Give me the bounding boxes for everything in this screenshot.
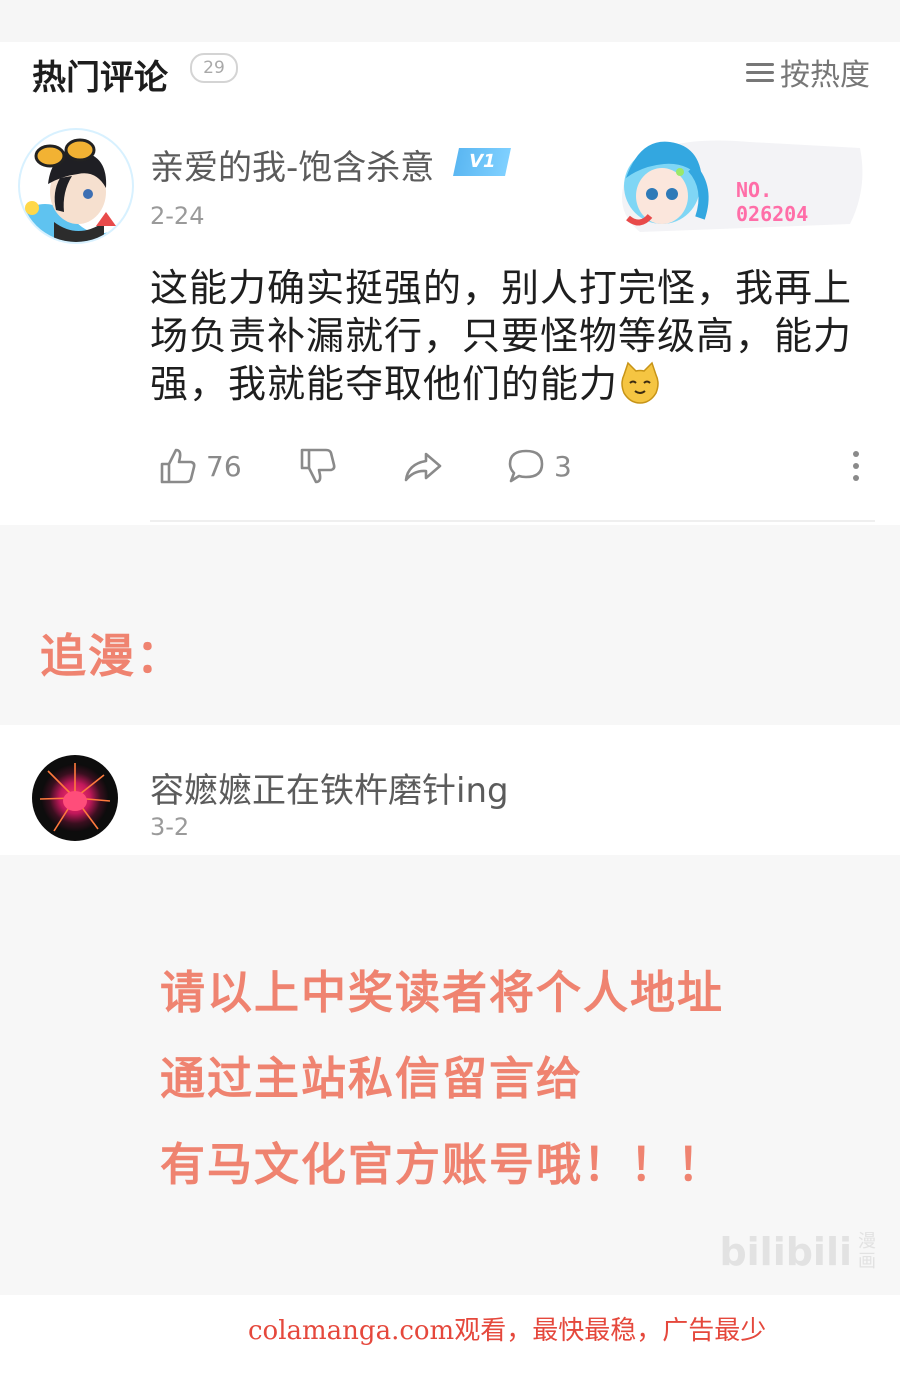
follow-section: 追漫：	[0, 525, 900, 725]
comment-date: 3-2	[150, 813, 190, 841]
fan-badge-number-value: 026204	[736, 202, 809, 226]
bilibili-manhua-watermark: bilibili 漫画	[719, 1230, 878, 1274]
thumbs-down-icon	[300, 448, 336, 484]
fan-badge: NO. 026204	[600, 128, 870, 236]
follow-label: 追漫：	[40, 629, 184, 683]
reply-button[interactable]: 3	[506, 446, 572, 486]
menu-lines-icon	[746, 61, 774, 83]
more-options-button[interactable]	[850, 446, 862, 486]
footer: colamanga.com观看，最快最稳，广告最少	[0, 1295, 900, 1395]
share-button[interactable]	[402, 446, 444, 486]
notice-line: 通过主站私信留言给	[160, 1052, 584, 1105]
comment-bubble-icon	[508, 449, 544, 483]
share-arrow-icon	[404, 452, 442, 482]
comment-text: 这能力确实挺强的，别人打完怪，我再上场负责补漏就行，只要怪物等级高，能力强，我就…	[150, 264, 875, 408]
comment-count-badge: 29	[190, 53, 238, 83]
comment-date: 2-24	[150, 202, 205, 230]
user-avatar[interactable]	[12, 122, 140, 250]
winner-notice: 请以上中奖读者将个人地址 通过主站私信留言给 有马文化官方账号哦！！！	[160, 950, 724, 1208]
comment-body: 这能力确实挺强的，别人打完怪，我再上场负责补漏就行，只要怪物等级高，能力强，我就…	[150, 266, 853, 406]
thumbs-up-icon	[160, 448, 196, 484]
reply-count: 3	[554, 449, 572, 483]
fan-badge-no-label: NO.	[736, 178, 773, 202]
watermark-brand: bilibili	[719, 1230, 852, 1274]
notice-line: 有马文化官方账号哦！！！	[160, 1138, 725, 1191]
notice-line: 请以上中奖读者将个人地址	[160, 966, 725, 1019]
fan-badge-number: NO. 026204	[736, 178, 808, 226]
username[interactable]: 容嬷嬷正在铁杵磨针ing	[150, 763, 509, 812]
fan-badge-art	[622, 140, 863, 232]
divider	[150, 520, 875, 522]
notice-section: 请以上中奖读者将个人地址 通过主站私信留言给 有马文化官方账号哦！！！ bili…	[0, 855, 900, 1295]
user-avatar[interactable]	[32, 755, 118, 841]
top-band	[0, 0, 900, 42]
level-badge: V1	[453, 148, 511, 176]
section-title: 热门评论	[32, 58, 168, 98]
like-count: 76	[206, 449, 242, 483]
username[interactable]: 亲爱的我-饱含杀意	[150, 140, 434, 189]
sort-button[interactable]: 按热度	[746, 50, 870, 94]
sort-label: 按热度	[780, 58, 870, 93]
cat-emoji-icon	[621, 361, 659, 404]
more-vertical-icon	[853, 451, 859, 481]
watermark-sub: 漫画	[858, 1231, 876, 1272]
dislike-button[interactable]	[298, 446, 338, 486]
like-button[interactable]: 76	[158, 446, 242, 486]
comment-actions: 76 3	[150, 446, 875, 494]
footer-text: colamanga.com观看，最快最稳，广告最少	[248, 1316, 767, 1346]
comments-header: 热门评论 29 按热度	[0, 42, 900, 102]
comment-item: 亲爱的我-饱含杀意 V1 2-24 NO. 026204 这能力确实挺强的，别人…	[0, 110, 900, 525]
comment-item: 容嬷嬷正在铁杵磨针ing 3-2	[0, 725, 900, 855]
